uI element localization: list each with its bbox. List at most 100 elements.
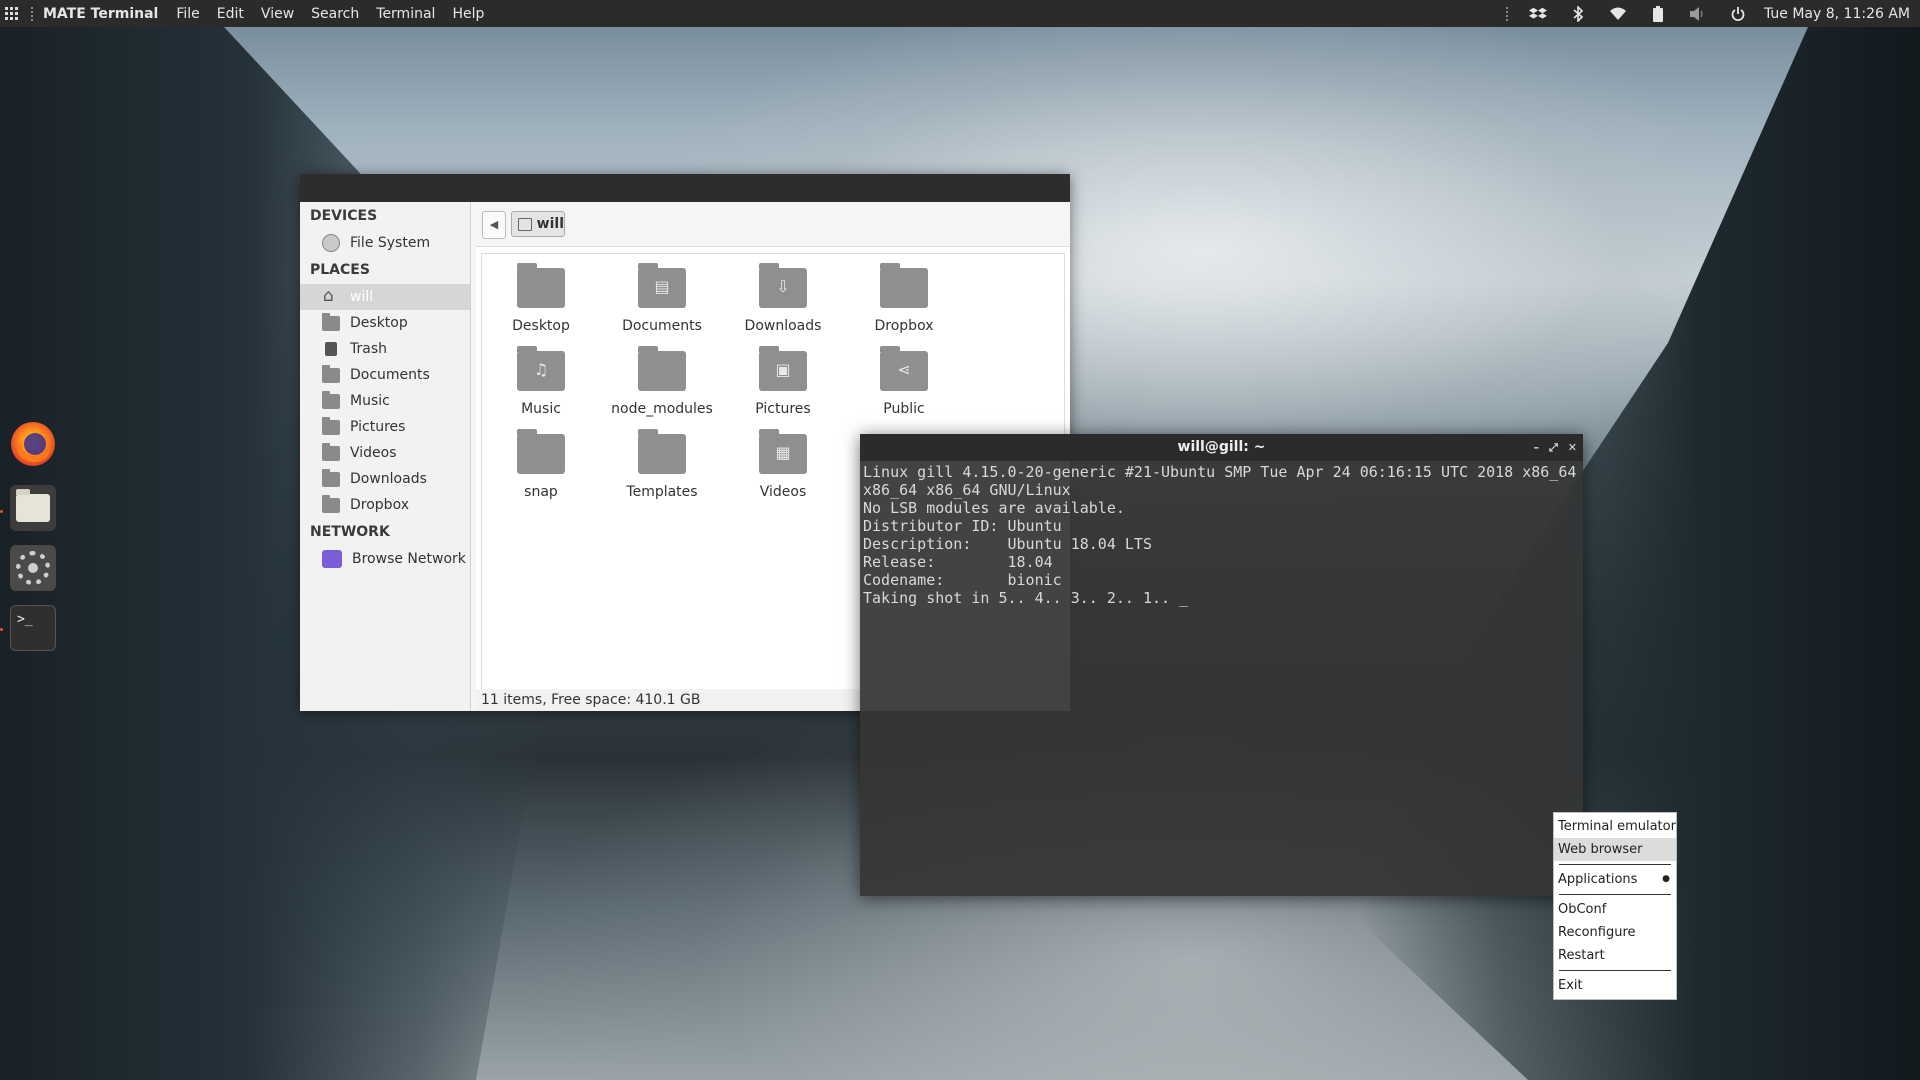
folder-icon	[880, 263, 928, 308]
folder-item-videos[interactable]: ▦ Videos	[727, 429, 839, 500]
sidebar-item-file-system[interactable]: File System	[300, 230, 470, 256]
wifi-icon[interactable]	[1607, 6, 1629, 22]
menu-item-terminal-emulator[interactable]: Terminal emulator	[1554, 815, 1676, 838]
downloads-folder-icon: ⇩	[759, 263, 807, 308]
music-folder-icon: ♫	[517, 346, 565, 391]
folder-icon	[518, 217, 532, 231]
home-icon	[322, 286, 340, 306]
clock[interactable]: Tue May 8, 11:26 AM	[1764, 6, 1910, 22]
menu-separator	[1559, 894, 1671, 895]
sidebar-item-documents[interactable]: Documents	[300, 362, 470, 388]
firefox-icon[interactable]	[11, 422, 55, 466]
network-icon	[322, 550, 342, 568]
folder-item-music[interactable]: ♫ Music	[485, 346, 597, 417]
folder-icon	[517, 429, 565, 474]
folder-item-dropbox[interactable]: Dropbox	[848, 263, 960, 334]
file-manager-sidebar: DEVICES File System PLACES will Desktop …	[300, 202, 471, 711]
menu-search[interactable]: Search	[311, 6, 359, 22]
folder-icon	[517, 263, 565, 308]
menu-help[interactable]: Help	[452, 6, 484, 22]
sidebar-item-videos[interactable]: Videos	[300, 440, 470, 466]
folder-icon	[322, 494, 340, 513]
folder-icon	[322, 364, 340, 383]
maximize-icon[interactable]: ⤢	[1549, 434, 1558, 461]
terminal-titlebar[interactable]: will@gill: ~ – ⤢ ✕	[860, 434, 1583, 461]
public-folder-icon: ⋖	[880, 346, 928, 391]
folder-item-node-modules[interactable]: node_modules	[606, 346, 718, 417]
terminal-line: Distributor ID: Ubuntu	[863, 517, 1062, 535]
videos-folder-icon: ▦	[759, 429, 807, 474]
folder-icon	[322, 312, 340, 331]
folder-item-downloads[interactable]: ⇩ Downloads	[727, 263, 839, 334]
sidebar-item-pictures[interactable]: Pictures	[300, 414, 470, 440]
file-manager-toolbar: ◀ will	[476, 202, 1070, 247]
folder-icon	[638, 346, 686, 391]
terminal-line: Codename: bionic	[863, 571, 1062, 589]
battery-icon[interactable]	[1647, 5, 1669, 22]
documents-folder-icon: ▤	[638, 263, 686, 308]
menu-item-reconfigure[interactable]: Reconfigure	[1554, 921, 1676, 944]
dropbox-icon[interactable]	[1527, 6, 1549, 22]
back-button[interactable]: ◀	[482, 211, 506, 239]
sidebar-item-music[interactable]: Music	[300, 388, 470, 414]
power-icon[interactable]	[1727, 6, 1749, 22]
sidebar-item-will[interactable]: will	[300, 284, 470, 310]
system-tray: Tue May 8, 11:26 AM	[1502, 0, 1910, 27]
folder-item-desktop[interactable]: Desktop	[485, 263, 597, 334]
volume-icon[interactable]	[1687, 6, 1709, 22]
sidebar-heading-network: NETWORK	[310, 524, 390, 540]
folder-item-templates[interactable]: Templates	[606, 429, 718, 500]
active-app-name: MATE Terminal	[43, 5, 159, 22]
menu-separator	[1559, 864, 1671, 865]
sidebar-item-downloads[interactable]: Downloads	[300, 466, 470, 492]
folder-item-pictures[interactable]: ▣ Pictures	[727, 346, 839, 417]
folder-icon	[322, 442, 340, 461]
menu-item-obconf[interactable]: ObConf	[1554, 898, 1676, 921]
menu-item-restart[interactable]: Restart	[1554, 944, 1676, 967]
panel-separator	[31, 6, 33, 21]
menu-separator	[1559, 970, 1671, 971]
files-icon[interactable]	[10, 485, 56, 531]
menu-item-web-browser[interactable]: Web browser	[1554, 838, 1676, 861]
settings-icon[interactable]	[10, 545, 56, 591]
sidebar-heading-places: PLACES	[310, 262, 370, 278]
menu-file[interactable]: File	[176, 6, 199, 22]
running-indicator	[0, 628, 3, 631]
sidebar-item-trash[interactable]: Trash	[300, 336, 470, 362]
terminal-window: will@gill: ~ – ⤢ ✕ Linux gill 4.15.0-20-…	[860, 434, 1583, 896]
openbox-root-menu: Terminal emulator Web browser Applicatio…	[1553, 812, 1677, 1000]
menu-view[interactable]: View	[261, 6, 294, 22]
close-icon[interactable]: ✕	[1568, 434, 1577, 461]
terminal-line: Taking shot in 5.. 4.. 3.. 2.. 1.. _	[863, 589, 1189, 607]
app-grid-icon[interactable]	[5, 6, 19, 21]
folder-item-public[interactable]: ⋖ Public	[848, 346, 960, 417]
menu-item-exit[interactable]: Exit	[1554, 974, 1676, 997]
terminal-line: Linux gill 4.15.0-20-generic #21-Ubuntu …	[863, 463, 1577, 481]
trash-icon	[325, 342, 337, 356]
panel-separator	[1505, 6, 1508, 21]
terminal-title: will@gill: ~	[1177, 439, 1266, 455]
terminal-line: No LSB modules are available.	[863, 499, 1125, 517]
path-button-will[interactable]: will	[511, 211, 565, 237]
file-manager-titlebar[interactable]	[300, 174, 1070, 202]
sidebar-item-dropbox[interactable]: Dropbox	[300, 492, 470, 518]
terminal-line: x86_64 x86_64 GNU/Linux	[863, 481, 1071, 499]
menu-item-applications[interactable]: Applications ●	[1554, 868, 1676, 891]
folder-icon	[322, 416, 340, 435]
bluetooth-icon[interactable]	[1567, 5, 1589, 22]
sidebar-item-desktop[interactable]: Desktop	[300, 310, 470, 336]
terminal-line: Description: Ubuntu 18.04 LTS	[863, 535, 1152, 553]
menu-terminal[interactable]: Terminal	[376, 6, 435, 22]
minimize-icon[interactable]: –	[1533, 434, 1539, 461]
top-panel: MATE Terminal File Edit View Search Term…	[0, 0, 1920, 27]
pictures-folder-icon: ▣	[759, 346, 807, 391]
running-indicator	[0, 510, 3, 513]
sidebar-item-browse-network[interactable]: Browse Network	[300, 546, 470, 572]
folder-item-documents[interactable]: ▤ Documents	[606, 263, 718, 334]
drive-icon	[322, 234, 340, 252]
terminal-icon[interactable]: >_	[10, 605, 56, 651]
folder-item-snap[interactable]: snap	[485, 429, 597, 500]
sidebar-heading-devices: DEVICES	[310, 208, 378, 224]
menu-edit[interactable]: Edit	[217, 6, 244, 22]
terminal-output[interactable]: Linux gill 4.15.0-20-generic #21-Ubuntu …	[860, 461, 1583, 609]
